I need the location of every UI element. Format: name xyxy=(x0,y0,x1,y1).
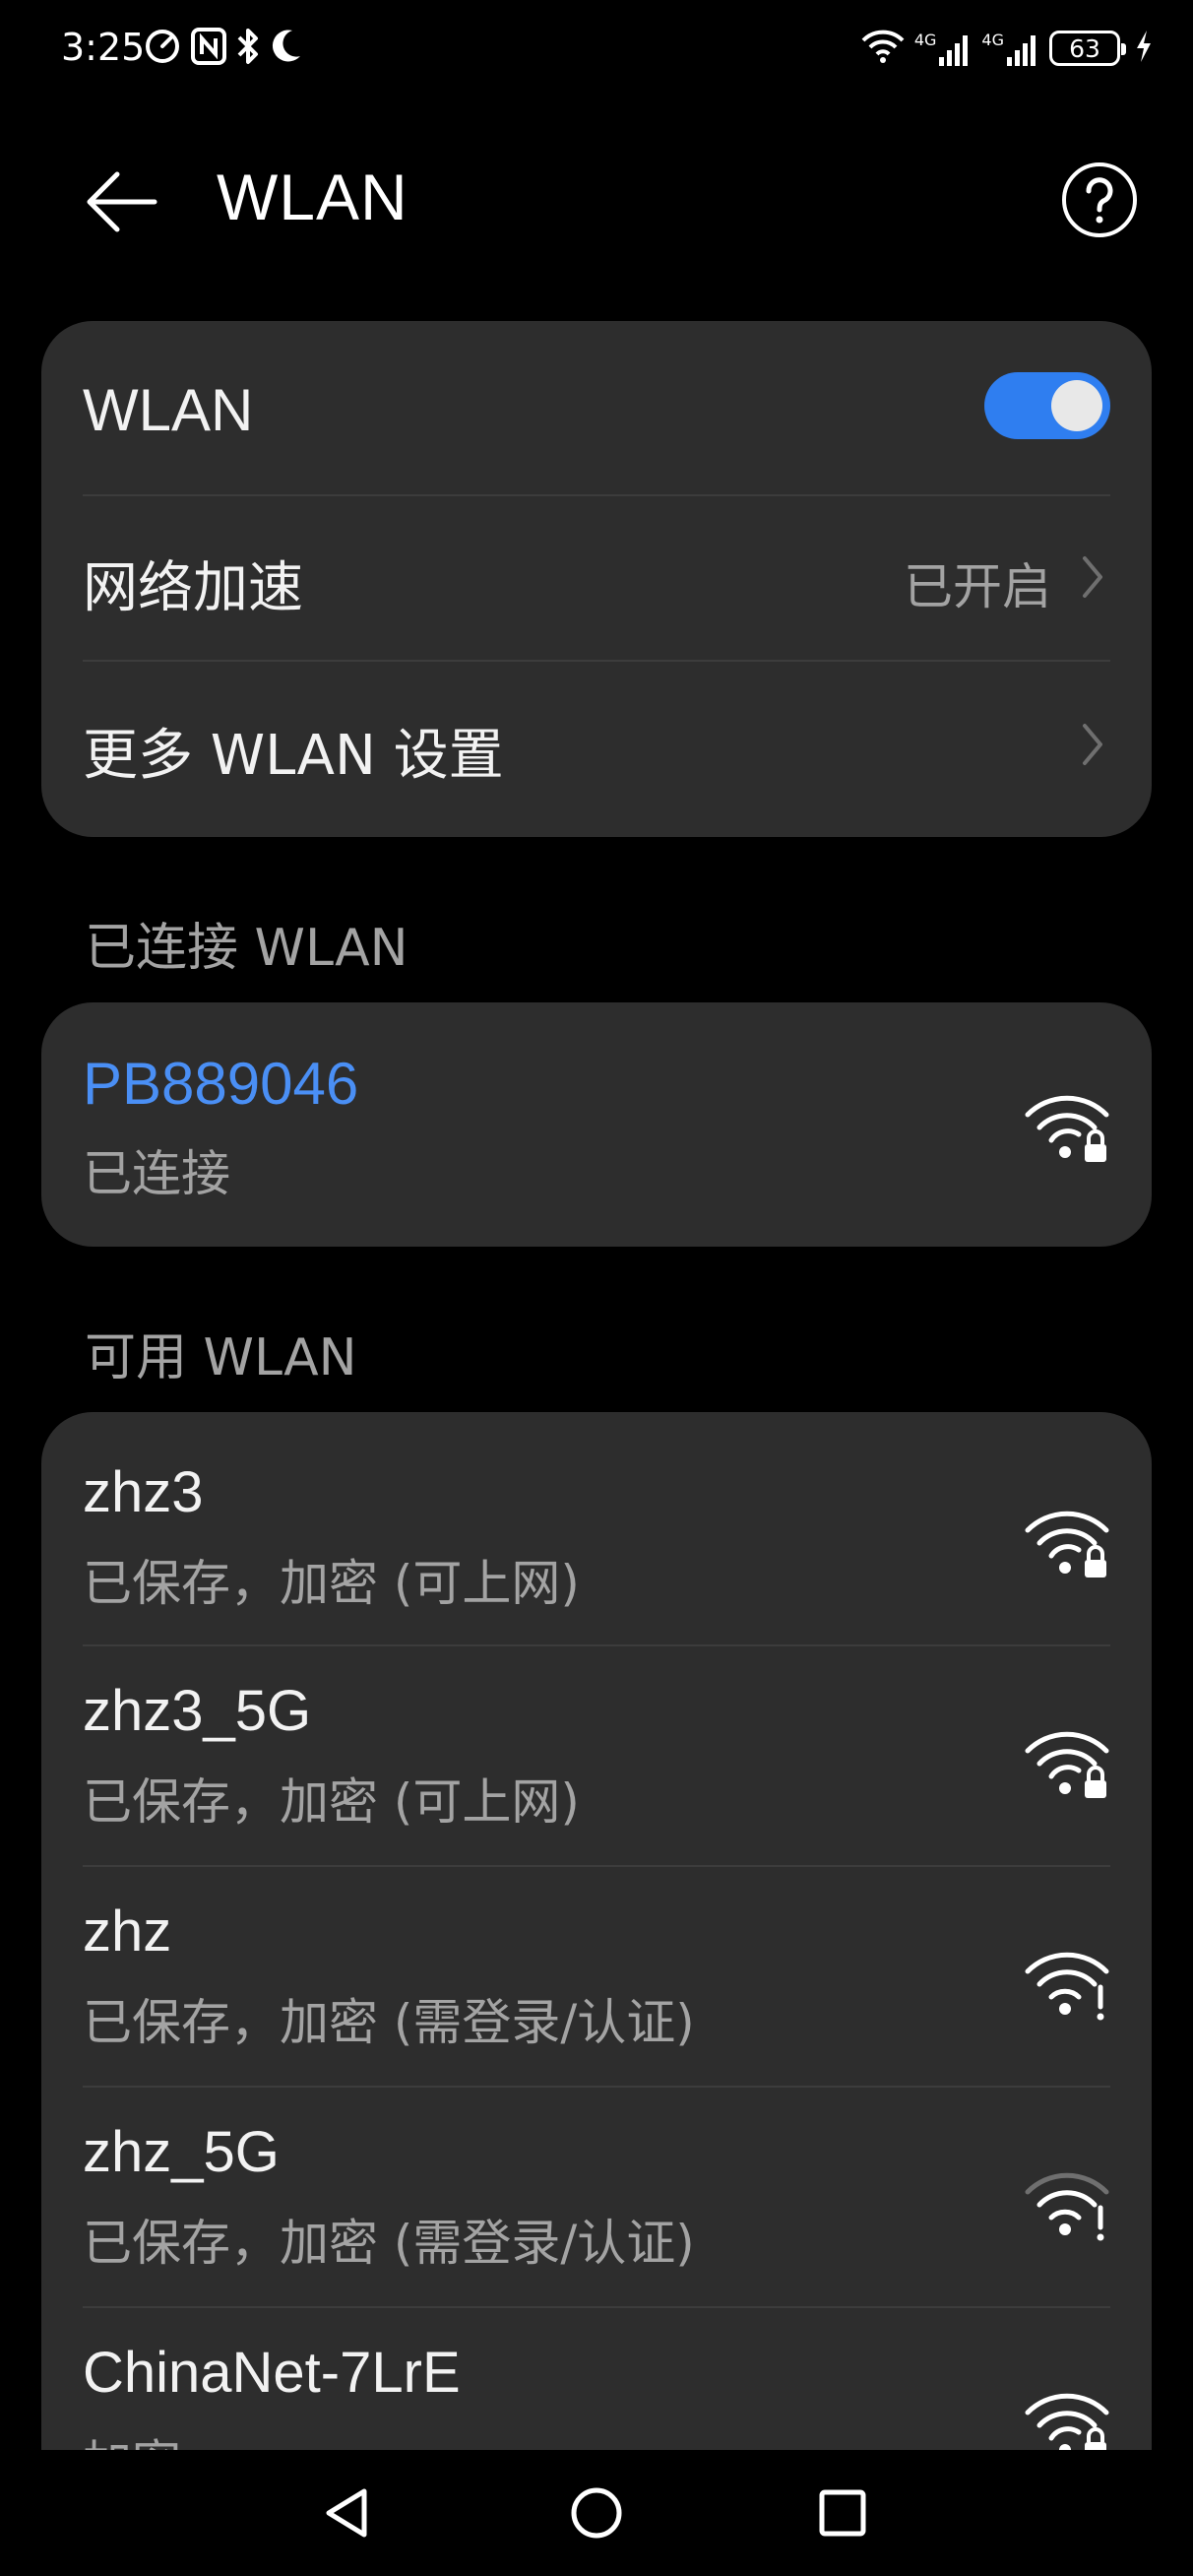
data-saver-icon xyxy=(143,27,182,70)
connected-wlan-section-label: 已连接 WLAN xyxy=(85,919,408,978)
nav-back-icon xyxy=(326,2488,367,2538)
network-ssid: zhz_5G xyxy=(83,2120,280,2184)
wifi-lock-icon xyxy=(1025,2393,1109,2450)
connected-network-ssid: PB889046 xyxy=(83,1051,359,1117)
signal-4g-icon: 4G xyxy=(914,31,973,67)
wifi-lock-icon xyxy=(1025,1511,1109,1578)
status-icons-right: 4G 4G 63 xyxy=(861,26,1154,71)
battery-level: 63 xyxy=(1069,33,1100,63)
moon-icon xyxy=(269,27,304,70)
app-header: WLAN xyxy=(0,138,1193,256)
network-acceleration-row[interactable]: 网络加速 已开启 xyxy=(83,496,1110,660)
bluetooth-icon xyxy=(235,27,261,70)
page-title: WLAN xyxy=(217,161,408,233)
wifi-icon xyxy=(861,29,905,68)
status-icons-left xyxy=(143,28,304,69)
network-status: 已保存，加密 (可上网) xyxy=(83,1555,580,1612)
network-type-label: 4G xyxy=(913,30,937,49)
network-status: 加密 xyxy=(83,2424,181,2450)
battery-icon: 63 xyxy=(1049,31,1126,66)
network-acceleration-label: 网络加速 xyxy=(83,556,303,620)
network-ssid: zhz3 xyxy=(83,1460,204,1524)
network-status: 已保存，加密 (可上网) xyxy=(83,1773,580,1831)
nav-home-icon xyxy=(571,2487,622,2539)
wlan-toggle-switch[interactable] xyxy=(984,372,1110,439)
help-button[interactable] xyxy=(1055,156,1144,244)
nav-recents-button[interactable] xyxy=(803,2474,882,2552)
network-list-item[interactable]: zhz3_5G 已保存，加密 (可上网) xyxy=(83,1646,1110,1865)
network-status: 已保存，加密 (需登录/认证) xyxy=(83,1994,695,2051)
signal-4g-icon: 4G xyxy=(981,31,1039,67)
wifi-alert-icon xyxy=(1025,1952,1109,2021)
chevron-right-icon xyxy=(1075,547,1110,607)
available-wlan-card: zhz3 已保存，加密 (可上网) zhz3_5G 已保存，加密 (可上网) z… xyxy=(41,1412,1152,2450)
back-button[interactable] xyxy=(77,158,165,246)
chevron-right-icon xyxy=(1075,715,1110,774)
network-ssid: ChinaNet-7LrE xyxy=(83,2341,461,2405)
network-list-item[interactable]: zhz3 已保存，加密 (可上网) xyxy=(83,1412,1110,1633)
status-time: 3:25 xyxy=(61,26,146,69)
connected-network-status: 已连接 xyxy=(83,1145,230,1202)
available-wlan-section-label: 可用 WLAN xyxy=(85,1328,357,1387)
back-arrow-icon xyxy=(87,171,157,232)
nfc-icon xyxy=(190,27,227,70)
network-type-label: 4G xyxy=(981,30,1004,49)
nav-back-button[interactable] xyxy=(307,2474,386,2552)
wifi-lock-icon xyxy=(1025,1731,1109,1798)
network-acceleration-value: 已开启 xyxy=(904,558,1051,615)
more-wlan-settings-row[interactable]: 更多 WLAN 设置 xyxy=(83,662,1110,829)
connected-network-row[interactable]: PB889046 已连接 xyxy=(83,1002,1110,1247)
nav-home-button[interactable] xyxy=(557,2474,636,2552)
network-ssid: zhz3_5G xyxy=(83,1679,312,1743)
network-list-item[interactable]: zhz_5G 已保存，加密 (需登录/认证) xyxy=(83,2088,1110,2306)
wifi-alert-icon xyxy=(1025,2172,1109,2241)
network-list-item[interactable]: ChinaNet-7LrE 加密 xyxy=(83,2308,1110,2450)
wifi-lock-icon xyxy=(1025,1095,1109,1162)
system-nav-bar xyxy=(0,2450,1193,2576)
toggle-knob xyxy=(1051,380,1102,431)
connected-wlan-card: PB889046 已连接 xyxy=(41,1002,1152,1247)
more-wlan-settings-label: 更多 WLAN 设置 xyxy=(83,724,504,788)
wlan-settings-card: WLAN 网络加速 已开启 更多 WLAN 设置 xyxy=(41,321,1152,837)
network-ssid: zhz xyxy=(83,1900,172,1964)
wlan-toggle-label: WLAN xyxy=(83,377,254,443)
charging-icon xyxy=(1134,29,1154,68)
nav-recents-icon xyxy=(819,2489,866,2537)
status-bar: 3:25 4G 4G 63 xyxy=(0,0,1193,98)
network-status: 已保存，加密 (需登录/认证) xyxy=(83,2215,695,2272)
network-list-item[interactable]: zhz 已保存，加密 (需登录/认证) xyxy=(83,1867,1110,2086)
wlan-toggle-row[interactable]: WLAN xyxy=(83,321,1110,488)
help-icon xyxy=(1062,162,1137,237)
